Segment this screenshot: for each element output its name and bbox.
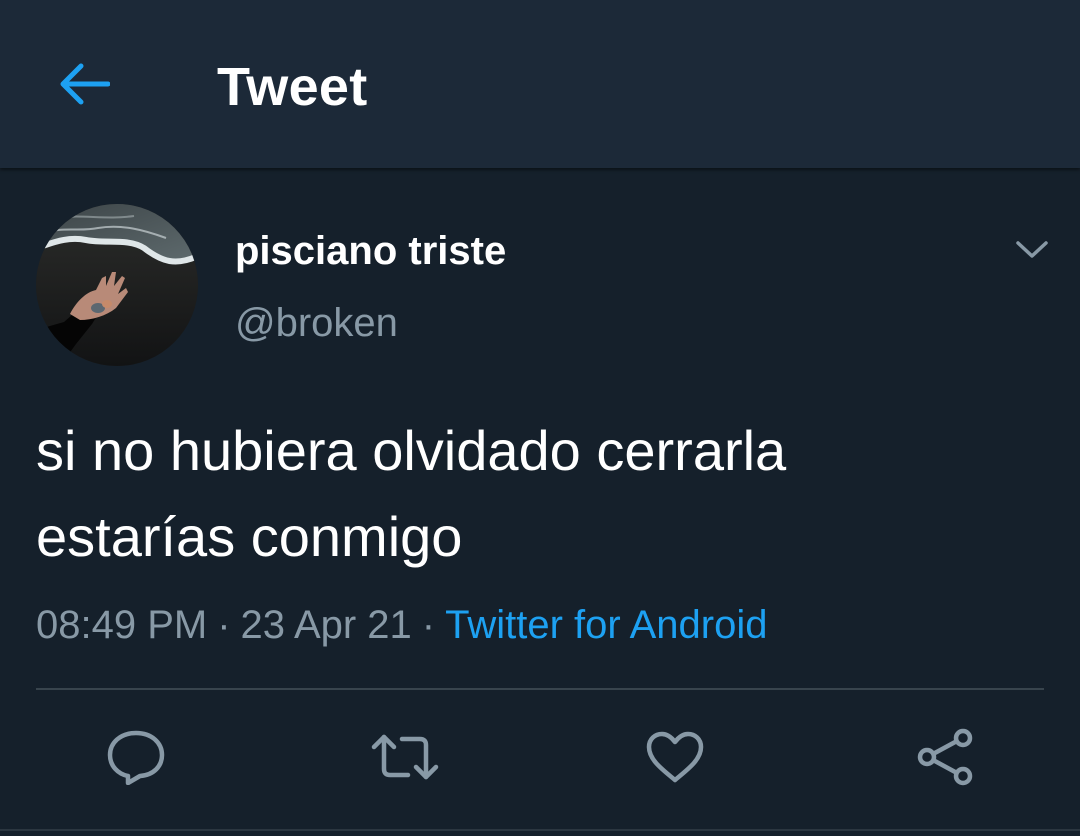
heart-icon — [646, 731, 704, 783]
arrow-left-icon — [60, 63, 110, 105]
reply-icon — [107, 730, 165, 785]
tweet-time: 08:49 PM — [36, 603, 208, 647]
tweet-meta: 08:49 PM · 23 Apr 21 · Twitter for Android — [36, 598, 768, 652]
meta-separator: · — [217, 603, 231, 647]
reply-button[interactable] — [101, 722, 171, 792]
bottom-divider — [0, 829, 1080, 831]
tweet-text-line: si no hubiera olvidado cerrarla — [36, 419, 787, 482]
avatar-photo — [36, 204, 198, 366]
retweet-button[interactable] — [370, 722, 440, 792]
author-display-name[interactable]: pisciano triste — [235, 226, 506, 276]
tweet-date: 23 Apr 21 — [240, 603, 412, 647]
like-button[interactable] — [640, 722, 710, 792]
retweet-icon — [371, 734, 439, 780]
tweet-detail-screen: Tweet pisciano triste @broken si no hubi… — [0, 0, 1080, 836]
page-title: Tweet — [217, 57, 368, 117]
avatar[interactable] — [36, 204, 198, 366]
tweet-source-link[interactable]: Twitter for Android — [445, 603, 767, 647]
chevron-down-icon — [1016, 241, 1048, 258]
share-button[interactable] — [910, 722, 980, 792]
tweet-text: si no hubiera olvidado cerrarla estarías… — [36, 408, 1046, 580]
tweet-menu-button[interactable] — [1006, 226, 1058, 274]
divider — [36, 688, 1044, 690]
back-button[interactable] — [52, 52, 116, 116]
author-handle[interactable]: @broken — [235, 298, 398, 348]
tweet-text-line: estarías conmigo — [36, 505, 463, 568]
top-app-bar: Tweet — [0, 0, 1080, 168]
meta-separator: · — [421, 603, 436, 647]
share-icon — [917, 728, 973, 786]
